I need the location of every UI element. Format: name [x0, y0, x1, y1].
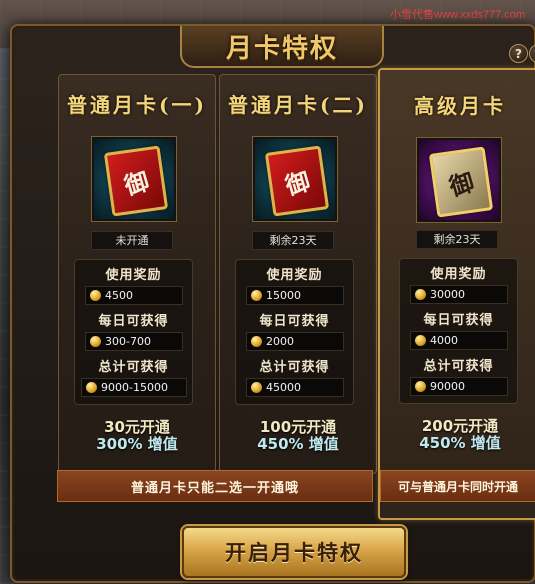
open-month-card-button[interactable]: 开启月卡特权	[182, 526, 406, 578]
watermark-text: 小雪代售www.xxds777.com	[390, 9, 526, 21]
book-icon: 御	[103, 145, 169, 217]
card-price: 100元开通	[259, 418, 337, 436]
daily-value: 4000	[430, 334, 458, 347]
card-normal-2: 普通月卡(二) 御 剩余23天 使用奖励 15000 每日可获得 2000 总计…	[219, 74, 377, 474]
card-art-icon: 御	[253, 137, 337, 221]
total-value: 90000	[430, 380, 465, 393]
daily-label: 每日可获得	[423, 313, 494, 328]
daily-label: 每日可获得	[259, 314, 330, 329]
total-box: 9000-15000	[81, 378, 187, 397]
card-stats: 使用奖励 4500 每日可获得 300-700 总计可获得 9000-15000	[74, 259, 193, 405]
card-title: 高级月卡	[414, 94, 506, 118]
card-price: 200元开通	[421, 417, 499, 435]
panel-title: 月卡特权	[225, 33, 338, 64]
daily-value: 2000	[266, 335, 294, 348]
title-plate: 月卡特权	[180, 26, 384, 68]
use-reward-box: 4500	[85, 286, 183, 305]
coin-icon	[86, 382, 97, 393]
card-stats: 使用奖励 15000 每日可获得 2000 总计可获得 45000	[235, 259, 354, 405]
coin-icon	[251, 382, 262, 393]
daily-box: 4000	[410, 331, 508, 350]
close-button[interactable]: ×	[529, 44, 535, 63]
use-reward-label: 使用奖励	[266, 268, 323, 283]
use-reward-label: 使用奖励	[105, 268, 162, 283]
use-reward-value: 4500	[105, 289, 133, 302]
card-bonus: 450% 增值	[419, 434, 501, 452]
book-icon: 御	[428, 146, 494, 218]
book-icon: 御	[264, 145, 330, 217]
daily-box: 300-700	[85, 332, 183, 351]
premium-card-note: 可与普通月卡同时开通	[380, 470, 535, 502]
card-title: 普通月卡(二)	[228, 93, 368, 117]
help-button[interactable]: ?	[509, 44, 528, 63]
total-label: 总计可获得	[423, 359, 494, 374]
card-price: 30元开通	[104, 418, 170, 436]
total-value: 9000-15000	[101, 381, 168, 394]
card-glyph: 御	[446, 167, 478, 202]
card-status: 未开通	[91, 231, 173, 250]
card-title: 普通月卡(一)	[67, 93, 207, 117]
total-box: 90000	[410, 377, 508, 396]
normal-card-note: 普通月卡只能二选一开通哦	[57, 470, 373, 502]
coin-icon	[251, 336, 262, 347]
card-normal-1: 普通月卡(一) 御 未开通 使用奖励 4500 每日可获得 300-700 总计…	[58, 74, 216, 474]
daily-label: 每日可获得	[98, 314, 169, 329]
card-art-icon: 御	[92, 137, 176, 221]
use-reward-box: 15000	[246, 286, 344, 305]
month-card-panel: 月卡特权 ? × 普通月卡(一) 御 未开通 使用奖励 4500 每日可获得 3…	[10, 24, 535, 583]
card-status: 剩余23天	[252, 231, 334, 250]
coin-icon	[415, 289, 426, 300]
coin-icon	[90, 336, 101, 347]
coin-icon	[90, 290, 101, 301]
coin-icon	[415, 335, 426, 346]
coin-icon	[415, 381, 426, 392]
total-label: 总计可获得	[259, 360, 330, 375]
card-status: 剩余23天	[416, 230, 498, 249]
card-glyph: 御	[121, 166, 153, 201]
card-bonus: 300% 增值	[96, 435, 178, 453]
card-premium: 高级月卡 御 剩余23天 使用奖励 30000 每日可获得 4000 总计可获得…	[378, 68, 535, 520]
card-art-icon: 御	[417, 138, 501, 222]
use-reward-value: 30000	[430, 288, 465, 301]
daily-box: 2000	[246, 332, 344, 351]
card-stats: 使用奖励 30000 每日可获得 4000 总计可获得 90000	[399, 258, 518, 404]
use-reward-label: 使用奖励	[430, 267, 487, 282]
card-glyph: 御	[282, 166, 314, 201]
total-box: 45000	[246, 378, 344, 397]
coin-icon	[251, 290, 262, 301]
total-label: 总计可获得	[98, 360, 169, 375]
use-reward-box: 30000	[410, 285, 508, 304]
use-reward-value: 15000	[266, 289, 301, 302]
card-bonus: 450% 增值	[257, 435, 339, 453]
daily-value: 300-700	[105, 335, 151, 348]
total-value: 45000	[266, 381, 301, 394]
